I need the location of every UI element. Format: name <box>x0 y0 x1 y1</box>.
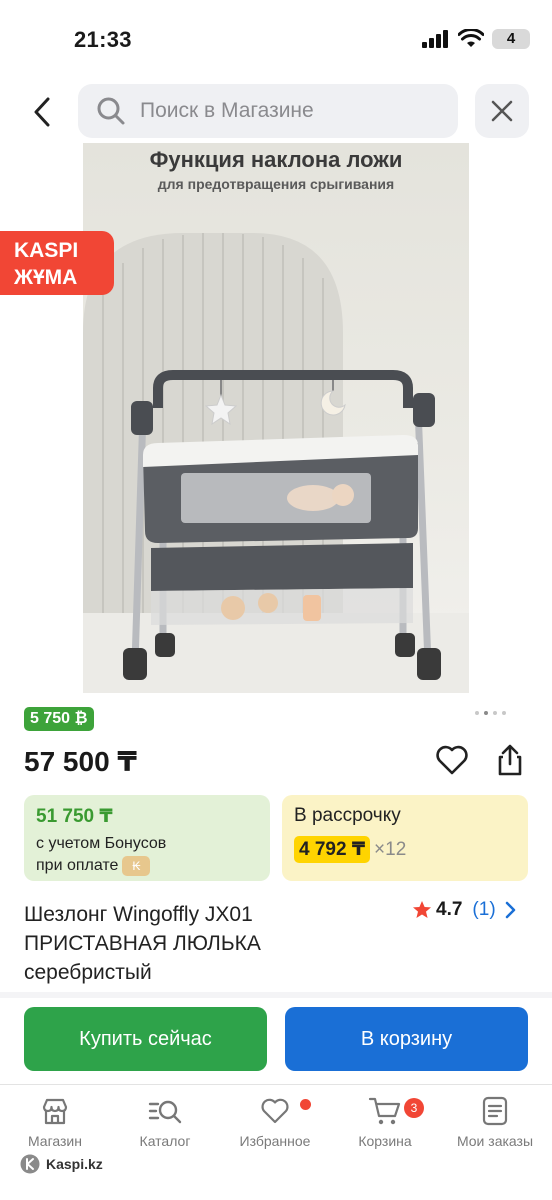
favorite-button[interactable] <box>434 742 470 778</box>
installment-card[interactable]: В рассрочку 4 792 ₸ ×12 <box>282 795 528 881</box>
brand-name: Kaspi.kz <box>46 1156 103 1172</box>
buy-now-button[interactable]: Купить сейчас <box>24 1007 267 1071</box>
status-time: 21:33 <box>74 27 132 52</box>
tab-catalog-label: Каталог <box>139 1133 191 1149</box>
wifi-icon <box>458 29 484 47</box>
carousel-dots <box>475 711 506 715</box>
share-button[interactable] <box>492 742 528 778</box>
add-to-cart-button[interactable]: В корзину <box>285 1007 528 1071</box>
signal-icon <box>422 30 448 48</box>
status-icons: 4 <box>422 29 530 49</box>
tab-store-label: Магазин <box>27 1133 82 1149</box>
brand-footer: Kaspi.kz <box>20 1154 103 1174</box>
rating-value: 4.7 <box>436 899 463 920</box>
store-icon <box>42 1098 68 1125</box>
kaspi-logo-icon <box>20 1154 40 1174</box>
bonus-price-amount: 51 750 ₸ <box>36 806 113 827</box>
heart-icon <box>261 1098 289 1124</box>
installment-label: В рассрочку <box>294 805 401 826</box>
tab-orders-label: Мои заказы <box>456 1133 534 1149</box>
bassinet-illustration <box>83 233 469 693</box>
promo-line-1: KASPI <box>14 239 79 262</box>
carousel-dot <box>493 711 497 715</box>
battery-indicator: 4 <box>492 29 530 49</box>
heart-icon <box>436 745 468 775</box>
chevron-left-icon <box>34 97 50 127</box>
promo-line-2: ЖҰМА <box>14 266 78 289</box>
top-nav <box>0 84 552 138</box>
catalog-search-icon <box>148 1100 182 1124</box>
cart-icon <box>368 1097 401 1125</box>
review-count[interactable]: (1) <box>472 899 495 921</box>
cart-count-badge: 3 <box>404 1098 424 1118</box>
back-button[interactable] <box>22 92 62 132</box>
star-icon <box>413 901 431 918</box>
tab-orders[interactable]: Мои заказы <box>440 1095 550 1149</box>
section-divider <box>0 992 552 998</box>
tab-cart-label: Корзина <box>358 1133 412 1149</box>
carousel-dot-active <box>484 711 488 715</box>
tab-favorites-label: Избранное <box>239 1133 311 1149</box>
search-icon <box>97 97 125 125</box>
orders-icon <box>482 1096 508 1126</box>
product-title: Шезлонг Wingoffly JX01 ПРИСТАВНАЯ ЛЮЛЬКА… <box>24 903 261 984</box>
bonus-price-card[interactable]: 51 750 ₸ с учетом Бонусов при оплате ₭ <box>24 795 270 881</box>
bonus-price-note: с учетом Бонусов при оплате ₭ <box>36 833 258 877</box>
status-bar: 21:33 4 <box>0 0 552 80</box>
installment-multiplier: ×12 <box>374 838 407 860</box>
chevron-right-icon <box>505 901 515 919</box>
bottom-tab-bar: Магазин Каталог Избранное Корзина 3 Мои … <box>0 1084 552 1200</box>
promo-badge: KASPI ЖҰМА <box>0 231 114 295</box>
tab-cart[interactable]: Корзина 3 <box>330 1095 440 1149</box>
favorites-notification-dot <box>300 1099 311 1110</box>
rating-row[interactable]: 4.7 (1) <box>412 899 516 921</box>
close-button[interactable] <box>475 84 529 138</box>
tab-store[interactable]: Магазин <box>0 1095 110 1149</box>
share-icon <box>498 744 522 776</box>
product-image[interactable]: Функция наклона ложи для предотвращения … <box>83 143 469 693</box>
search-box[interactable] <box>78 84 458 138</box>
tab-catalog[interactable]: Каталог <box>110 1095 220 1149</box>
tab-favorites[interactable]: Избранное <box>220 1095 330 1149</box>
kaspi-bonus-icon: ₭ <box>122 855 151 876</box>
bonus-price-line-2: при оплате <box>36 857 119 874</box>
carousel-dot <box>475 711 479 715</box>
carousel-dot <box>502 711 506 715</box>
product-price: 57 500 ₸ <box>24 746 137 777</box>
bonus-price-line-1: с учетом Бонусов <box>36 835 167 852</box>
search-input[interactable] <box>140 99 440 123</box>
installment-monthly: 4 792 ₸ <box>294 836 371 863</box>
close-icon <box>491 100 513 122</box>
bonus-badge: 5 750 ₿ <box>24 707 94 731</box>
